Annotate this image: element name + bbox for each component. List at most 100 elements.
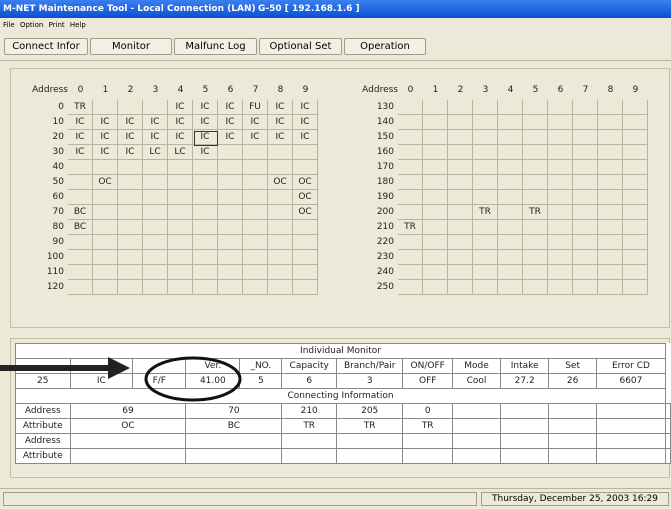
right-grid-cell[interactable] [548, 115, 573, 130]
right-grid-cell[interactable] [548, 100, 573, 115]
left-grid-cell[interactable] [168, 220, 193, 235]
right-grid-cell[interactable] [448, 100, 473, 115]
right-grid-cell[interactable] [423, 145, 448, 160]
left-grid-cell[interactable]: IC [268, 115, 293, 130]
left-grid-cell[interactable]: IC [218, 130, 243, 145]
left-grid-cell[interactable]: IC [168, 115, 193, 130]
right-grid-cell[interactable] [498, 100, 523, 115]
right-grid-cell[interactable] [423, 100, 448, 115]
left-grid-cell[interactable] [293, 265, 318, 280]
left-grid-cell[interactable]: IC [93, 115, 118, 130]
left-grid-cell[interactable]: FU [243, 100, 268, 115]
right-grid-cell[interactable]: TR [398, 220, 423, 235]
left-grid-cell[interactable] [143, 280, 168, 295]
right-grid-cell[interactable] [398, 130, 423, 145]
right-grid-cell[interactable] [498, 175, 523, 190]
left-grid-cell[interactable]: OC [293, 175, 318, 190]
left-grid-cell[interactable] [118, 280, 143, 295]
right-grid-cell[interactable] [573, 220, 598, 235]
right-grid-cell[interactable] [423, 160, 448, 175]
malfunc-log-button[interactable]: Malfunc Log [174, 38, 257, 55]
left-grid-cell[interactable]: IC [193, 100, 218, 115]
right-grid-cell[interactable] [498, 115, 523, 130]
left-grid-cell[interactable] [268, 145, 293, 160]
left-grid-cell[interactable] [68, 265, 93, 280]
right-grid-cell[interactable] [548, 175, 573, 190]
left-grid-cell[interactable] [118, 205, 143, 220]
right-grid-cell[interactable] [598, 220, 623, 235]
left-grid-cell[interactable]: IC [168, 130, 193, 145]
left-grid-cell[interactable] [218, 145, 243, 160]
left-grid-cell[interactable] [243, 145, 268, 160]
right-grid-cell[interactable] [598, 175, 623, 190]
left-grid-cell[interactable] [168, 190, 193, 205]
left-grid-cell[interactable] [243, 265, 268, 280]
operation-button[interactable]: Operation [344, 38, 426, 55]
left-grid-cell[interactable] [243, 235, 268, 250]
left-grid-cell[interactable] [118, 175, 143, 190]
right-grid-cell[interactable] [573, 115, 598, 130]
left-grid-cell[interactable] [293, 220, 318, 235]
right-grid-cell[interactable] [398, 205, 423, 220]
left-grid-cell[interactable]: OC [293, 205, 318, 220]
left-grid-cell[interactable] [93, 100, 118, 115]
right-grid-cell[interactable] [423, 250, 448, 265]
left-grid-cell[interactable] [93, 235, 118, 250]
left-grid-cell[interactable] [268, 250, 293, 265]
left-grid-cell[interactable] [93, 205, 118, 220]
right-grid-cell[interactable] [473, 220, 498, 235]
left-grid-cell[interactable] [93, 250, 118, 265]
left-grid-cell[interactable] [218, 235, 243, 250]
right-grid-cell[interactable] [448, 250, 473, 265]
right-grid-cell[interactable]: TR [523, 205, 548, 220]
left-grid-cell[interactable]: LC [168, 145, 193, 160]
left-grid-cell[interactable] [293, 280, 318, 295]
right-grid-cell[interactable] [548, 130, 573, 145]
menu-help[interactable]: Help [70, 21, 86, 29]
left-grid-cell[interactable]: IC [193, 145, 218, 160]
right-grid-cell[interactable] [548, 250, 573, 265]
right-grid-cell[interactable] [473, 190, 498, 205]
right-grid-cell[interactable] [423, 220, 448, 235]
left-grid-cell[interactable] [143, 235, 168, 250]
right-grid-cell[interactable] [398, 115, 423, 130]
left-grid-cell[interactable] [268, 160, 293, 175]
right-grid-cell[interactable] [623, 250, 648, 265]
left-grid-cell[interactable]: IC [293, 130, 318, 145]
left-grid-cell[interactable]: IC [143, 130, 168, 145]
left-grid-cell[interactable] [168, 265, 193, 280]
right-grid-cell[interactable] [573, 280, 598, 295]
left-grid-cell[interactable]: IC [68, 145, 93, 160]
left-grid-cell[interactable] [268, 235, 293, 250]
left-grid-cell[interactable] [118, 250, 143, 265]
right-grid-cell[interactable] [473, 280, 498, 295]
right-grid-cell[interactable] [473, 175, 498, 190]
right-grid-cell[interactable] [623, 100, 648, 115]
left-grid-cell[interactable] [293, 145, 318, 160]
right-grid-cell[interactable] [523, 190, 548, 205]
right-grid-cell[interactable] [473, 250, 498, 265]
right-grid-cell[interactable] [523, 145, 548, 160]
right-grid-cell[interactable] [548, 145, 573, 160]
right-grid-cell[interactable] [623, 130, 648, 145]
right-grid-cell[interactable] [448, 130, 473, 145]
right-grid-cell[interactable] [598, 115, 623, 130]
left-grid-cell[interactable]: TR [68, 100, 93, 115]
left-grid-cell[interactable] [68, 175, 93, 190]
right-grid-cell[interactable] [423, 130, 448, 145]
left-grid-cell[interactable]: IC [143, 115, 168, 130]
right-grid-cell[interactable] [473, 265, 498, 280]
left-grid-cell[interactable] [143, 220, 168, 235]
right-grid-cell[interactable] [398, 145, 423, 160]
left-grid-cell[interactable] [268, 190, 293, 205]
left-grid-cell[interactable] [93, 160, 118, 175]
right-grid-cell[interactable] [423, 235, 448, 250]
left-grid-cell[interactable]: BC [68, 205, 93, 220]
right-grid-cell[interactable]: TR [473, 205, 498, 220]
right-grid-cell[interactable] [548, 160, 573, 175]
left-grid-cell[interactable] [268, 265, 293, 280]
right-grid-cell[interactable] [548, 190, 573, 205]
right-grid-cell[interactable] [623, 175, 648, 190]
left-grid-cell[interactable] [143, 205, 168, 220]
right-grid-cell[interactable] [573, 100, 598, 115]
